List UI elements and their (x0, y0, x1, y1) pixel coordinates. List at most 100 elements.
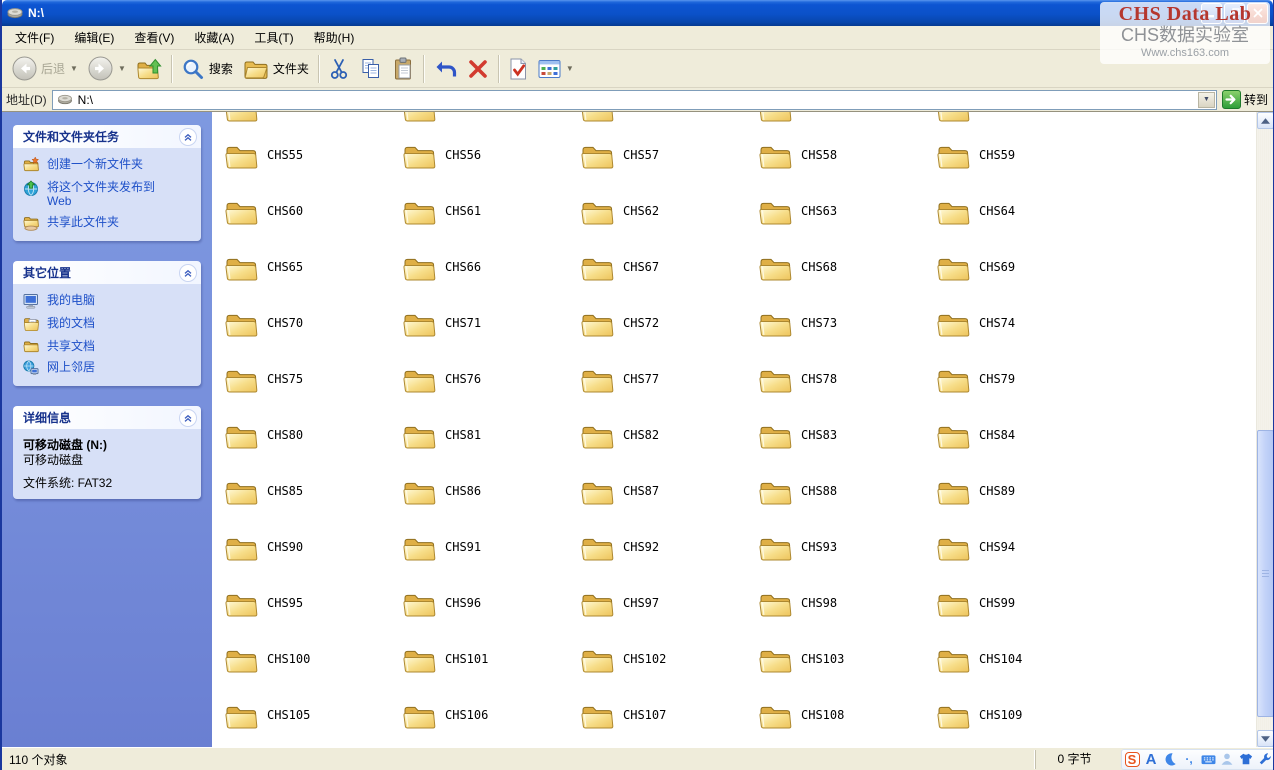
folder-item[interactable]: CHS76 (402, 365, 489, 421)
scroll-down-button[interactable] (1257, 730, 1274, 747)
folder-item[interactable]: CHS102 (580, 645, 674, 701)
folder-item[interactable]: CHS86 (402, 477, 489, 533)
views-button[interactable]: ▼ (533, 56, 579, 82)
folder-item[interactable]: CHS90 (224, 533, 311, 589)
folder-item[interactable]: CHS92 (580, 533, 667, 589)
folder-item[interactable]: CHS89 (936, 477, 1023, 533)
folder-item[interactable]: CHS83 (758, 421, 845, 477)
partial-folder[interactable] (758, 112, 936, 141)
menu-item[interactable]: 查看(V) (124, 25, 184, 50)
copy-button[interactable] (355, 54, 387, 84)
keyboard-icon[interactable] (1200, 751, 1216, 767)
folder-item[interactable]: CHS106 (402, 701, 496, 747)
folder-item[interactable]: CHS65 (224, 253, 311, 309)
folder-item[interactable]: CHS80 (224, 421, 311, 477)
scroll-up-button[interactable] (1257, 112, 1274, 129)
back-button[interactable]: 后退▼ (7, 53, 83, 84)
address-combo[interactable]: N:\ ▼ (52, 90, 1217, 110)
sidebar-link[interactable]: 共享此文件夹 (23, 215, 195, 231)
punctuation-icon[interactable]: ·, (1181, 751, 1197, 767)
folder-item[interactable]: CHS77 (580, 365, 667, 421)
menu-item[interactable]: 工具(T) (244, 25, 303, 50)
person-icon[interactable] (1219, 751, 1235, 767)
folder-item[interactable]: CHS68 (758, 253, 845, 309)
sogou-logo-icon[interactable]: S (1124, 751, 1140, 767)
folder-item[interactable]: CHS56 (402, 141, 489, 197)
sidebar-link[interactable]: 我的电脑 (23, 293, 195, 309)
folder-item[interactable]: CHS97 (580, 589, 667, 645)
folder-item[interactable]: CHS75 (224, 365, 311, 421)
partial-folder[interactable] (402, 112, 580, 141)
folder-item[interactable]: CHS74 (936, 309, 1023, 365)
panel-details-header[interactable]: 详细信息 (13, 406, 201, 429)
sidebar-link[interactable]: 创建一个新文件夹 (23, 157, 195, 173)
folder-item[interactable]: CHS73 (758, 309, 845, 365)
menu-item[interactable]: 编辑(E) (64, 25, 124, 50)
shirt-icon[interactable] (1238, 751, 1254, 767)
folder-item[interactable]: CHS67 (580, 253, 667, 309)
folder-item[interactable]: CHS99 (936, 589, 1023, 645)
folder-item[interactable]: CHS55 (224, 141, 311, 197)
folder-item[interactable]: CHS78 (758, 365, 845, 421)
folder-item[interactable]: CHS98 (758, 589, 845, 645)
panel-other-places-header[interactable]: 其它位置 (13, 261, 201, 284)
folder-item[interactable]: CHS71 (402, 309, 489, 365)
delete-button[interactable] (462, 55, 494, 83)
folder-item[interactable]: CHS101 (402, 645, 496, 701)
moon-icon[interactable] (1162, 751, 1178, 767)
folder-item[interactable]: CHS81 (402, 421, 489, 477)
folder-item[interactable]: CHS60 (224, 197, 311, 253)
folder-item[interactable]: CHS69 (936, 253, 1023, 309)
folder-item[interactable]: CHS85 (224, 477, 311, 533)
partial-folder[interactable] (580, 112, 758, 141)
menu-item[interactable]: 收藏(A) (184, 25, 244, 50)
folder-item[interactable]: CHS87 (580, 477, 667, 533)
forward-button[interactable]: ▼ (83, 53, 131, 84)
folders-button[interactable]: 文件夹 (238, 55, 314, 83)
go-button[interactable]: 转到 (1222, 90, 1269, 109)
folder-item[interactable]: CHS59 (936, 141, 1023, 197)
folder-item[interactable]: CHS88 (758, 477, 845, 533)
chevron-down-icon[interactable]: ▼ (70, 64, 78, 73)
chevron-up-icon[interactable] (179, 409, 197, 427)
folder-item[interactable]: CHS64 (936, 197, 1023, 253)
menu-item[interactable]: 文件(F) (5, 25, 64, 50)
folder-item[interactable]: CHS79 (936, 365, 1023, 421)
folder-item[interactable]: CHS93 (758, 533, 845, 589)
folder-item[interactable]: CHS105 (224, 701, 318, 747)
menu-item[interactable]: 帮助(H) (304, 25, 365, 50)
wrench-icon[interactable] (1257, 751, 1273, 767)
sidebar-link[interactable]: 我的文档 (23, 316, 195, 332)
vertical-scrollbar[interactable] (1256, 112, 1273, 747)
folder-item[interactable]: CHS103 (758, 645, 852, 701)
up-folder-button[interactable] (131, 53, 167, 84)
folder-item[interactable]: CHS95 (224, 589, 311, 645)
address-dropdown-button[interactable]: ▼ (1198, 92, 1215, 108)
folder-item[interactable]: CHS104 (936, 645, 1030, 701)
partial-folder[interactable] (224, 112, 402, 141)
folder-item[interactable]: CHS108 (758, 701, 852, 747)
folder-item[interactable]: CHS57 (580, 141, 667, 197)
folder-item[interactable]: CHS62 (580, 197, 667, 253)
sidebar-link[interactable]: 将这个文件夹发布到 Web (23, 180, 195, 208)
search-button[interactable]: 搜索 (176, 54, 238, 84)
folder-item[interactable]: CHS72 (580, 309, 667, 365)
scrollbar-thumb[interactable] (1257, 430, 1274, 717)
undo-button[interactable] (428, 54, 462, 84)
cut-button[interactable] (323, 54, 355, 84)
paste-button[interactable] (387, 54, 419, 84)
folder-item[interactable]: CHS66 (402, 253, 489, 309)
sidebar-link[interactable]: 网上邻居 (23, 360, 195, 376)
folder-item[interactable]: CHS109 (936, 701, 1030, 747)
folder-item[interactable]: CHS91 (402, 533, 489, 589)
letter-a-icon[interactable]: A (1143, 751, 1159, 767)
panel-file-tasks-header[interactable]: 文件和文件夹任务 (13, 125, 201, 148)
chevron-down-icon[interactable]: ▼ (118, 64, 126, 73)
sidebar-link[interactable]: 共享文档 (23, 339, 195, 353)
folder-item[interactable]: CHS63 (758, 197, 845, 253)
folder-item[interactable]: CHS107 (580, 701, 674, 747)
chevron-up-icon[interactable] (179, 128, 197, 146)
folder-item[interactable]: CHS70 (224, 309, 311, 365)
folder-item[interactable]: CHS84 (936, 421, 1023, 477)
folder-item[interactable]: CHS94 (936, 533, 1023, 589)
